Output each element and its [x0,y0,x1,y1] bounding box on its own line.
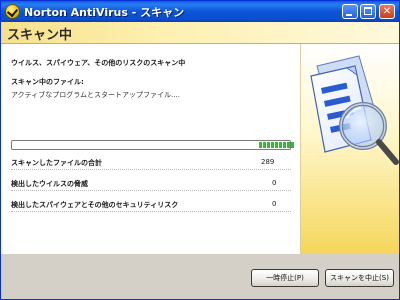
header-band: スキャン中 [1,22,399,44]
stop-scan-button[interactable]: スキャンを中止(S) [325,269,394,287]
norton-scan-window: Norton AntiVirus - スキャン ✕ スキャン中 ウイルス、スパイ… [0,0,400,300]
divider [11,169,291,170]
close-button[interactable]: ✕ [379,4,395,19]
progress-segment [279,142,282,148]
scanning-file-label: スキャン中のファイル: [11,78,84,86]
page-title: スキャン中 [7,28,73,43]
norton-check-icon [5,4,20,19]
progress-segment [267,142,270,148]
side-illustration-panel [300,44,399,254]
progress-segment [271,142,274,148]
maximize-button[interactable] [360,4,376,19]
divider [11,211,291,212]
divider [11,190,291,191]
maximize-icon [364,7,372,15]
progress-segment [287,142,290,148]
section-title: ウイルス、スパイウェア、その他のリスクのスキャン中 [11,59,186,67]
pause-button[interactable]: 一時停止(P) [251,269,319,287]
stat-label-viruses: 検出したウイルスの脅威 [11,180,88,188]
progress-segment [259,142,262,148]
window-title: Norton AntiVirus - スキャン [24,6,185,19]
title-bar[interactable]: Norton AntiVirus - スキャン ✕ [1,1,399,22]
stat-label-files: スキャンしたファイルの合計 [11,159,102,167]
scan-progress-bar [11,140,294,150]
close-icon: ✕ [382,6,392,17]
minimize-icon [346,14,352,16]
stat-value-viruses: 0 [272,179,277,187]
stat-label-spyware: 検出したスパイウェアとその他のセキュリティリスク [11,201,179,209]
minimize-button[interactable] [342,4,358,19]
document-magnifier-icon [310,55,399,165]
progress-segment [275,142,278,148]
scanning-file-value: アクティブなプログラムとスタートアップファイル.... [11,91,180,99]
progress-segment [283,142,286,148]
progress-segment [263,142,266,148]
progress-segment [291,142,294,148]
stat-value-files: 289 [261,158,275,166]
stat-value-spyware: 0 [272,200,277,208]
